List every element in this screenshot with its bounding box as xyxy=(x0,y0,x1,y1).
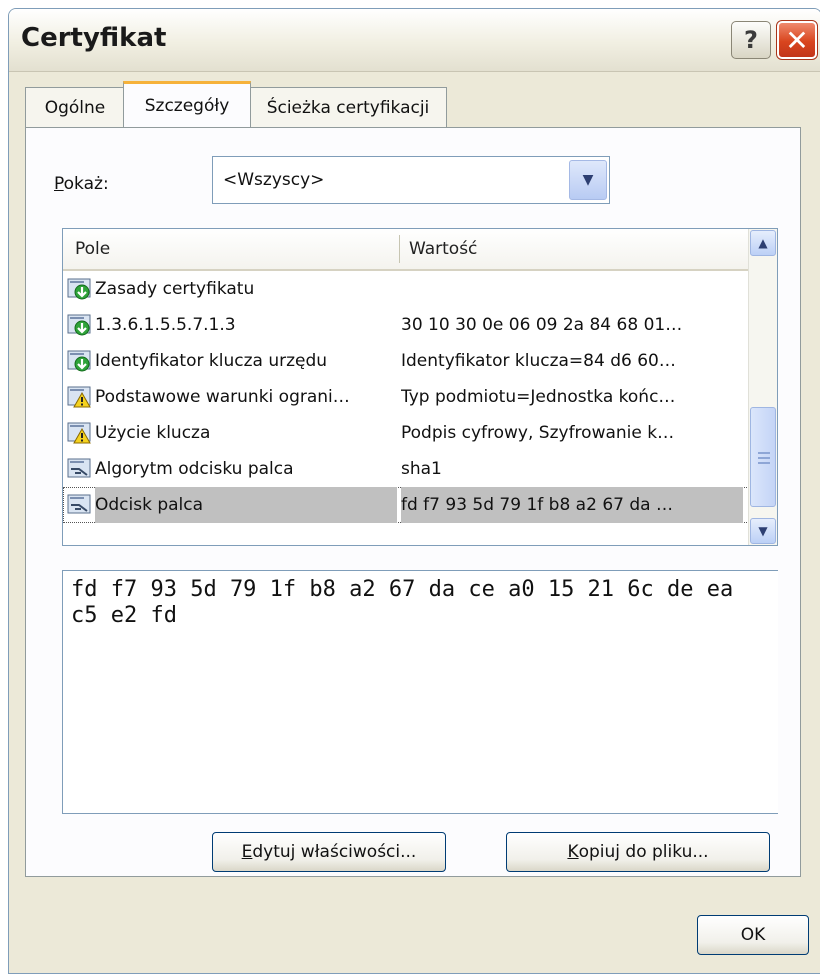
details-panel: Pokaż: <Wszyscy> ▼ Pole Wartość Zasady c… xyxy=(25,127,801,877)
close-icon: ✕ xyxy=(785,23,809,57)
field-value: Identyfikator klucza=84 d6 60… xyxy=(401,351,676,371)
fields-list[interactable]: Pole Wartość Zasady certyfikatu 1.3.6.1.5… xyxy=(62,228,778,546)
field-value: fd f7 93 5d 79 1f b8 a2 67 da … xyxy=(401,487,743,523)
list-item[interactable]: Algorytm odcisku palca sha1 xyxy=(63,451,749,487)
certificate-dialog: Certyfikat ? ✕ Ogólne Szczegóły Ścieżka … xyxy=(8,8,820,974)
help-icon: ? xyxy=(744,26,758,54)
scroll-up-icon[interactable]: ▲ xyxy=(750,230,776,256)
list-item[interactable]: Odcisk palca fd f7 93 5d 79 1f b8 a2 67 d… xyxy=(63,487,749,523)
field-name: Użycie klucza xyxy=(95,423,211,443)
extension-warning-icon xyxy=(67,385,93,409)
field-name: 1.3.6.1.5.5.7.1.3 xyxy=(95,315,236,335)
grip-icon xyxy=(758,457,770,459)
scrollbar-thumb[interactable] xyxy=(750,407,776,507)
show-dropdown[interactable]: <Wszyscy> ▼ xyxy=(212,156,610,204)
list-item[interactable]: Podstawowe warunki ograni… Typ podmiotu=J… xyxy=(63,379,749,415)
field-name: Podstawowe warunki ograni… xyxy=(95,387,350,407)
tab-details[interactable]: Szczegóły xyxy=(123,81,251,127)
show-dropdown-value: <Wszyscy> xyxy=(223,170,325,190)
extension-critical-icon xyxy=(67,349,93,373)
tab-general[interactable]: Ogólne xyxy=(25,87,125,127)
column-header-field[interactable]: Pole xyxy=(75,239,110,259)
help-button[interactable]: ? xyxy=(731,21,771,59)
show-label: Pokaż: xyxy=(54,174,109,194)
list-item[interactable]: 1.3.6.1.5.5.7.1.3 30 10 30 0e 06 09 2a 84… xyxy=(63,307,749,343)
field-name: Odcisk palca xyxy=(95,487,397,523)
window-title: Certyfikat xyxy=(21,23,167,53)
edit-properties-button[interactable]: Edytuj właściwości... xyxy=(212,832,446,872)
grip-icon xyxy=(758,462,770,464)
field-name: Identyfikator klucza urzędu xyxy=(95,351,328,371)
chevron-down-icon[interactable]: ▼ xyxy=(569,160,607,200)
extension-warning-icon xyxy=(67,421,93,445)
list-header: Pole Wartość xyxy=(63,229,749,271)
property-icon xyxy=(67,457,93,481)
extension-critical-icon xyxy=(67,277,93,301)
field-value: Typ podmiotu=Jednostka końc… xyxy=(401,387,676,407)
list-item[interactable]: Identyfikator klucza urzędu Identyfikator… xyxy=(63,343,749,379)
title-bar[interactable]: Certyfikat ? ✕ xyxy=(9,9,820,72)
scroll-down-icon[interactable]: ▼ xyxy=(750,518,776,544)
field-value-textbox[interactable]: fd f7 93 5d 79 1f b8 a2 67 da ce a0 15 2… xyxy=(62,570,778,814)
field-value: Podpis cyfrowy, Szyfrowanie k… xyxy=(401,423,675,443)
vertical-scrollbar[interactable]: ▲ ▼ xyxy=(748,229,777,545)
copy-to-file-button[interactable]: Kopiuj do pliku... xyxy=(506,832,770,872)
list-item[interactable]: Użycie klucza Podpis cyfrowy, Szyfrowanie… xyxy=(63,415,749,451)
field-name: Zasady certyfikatu xyxy=(95,279,255,299)
tab-certification-path[interactable]: Ścieżka certyfikacji xyxy=(249,87,447,127)
field-name: Algorytm odcisku palca xyxy=(95,459,294,479)
list-item[interactable]: Zasady certyfikatu xyxy=(63,271,749,307)
field-value xyxy=(401,271,743,307)
property-icon xyxy=(67,493,93,517)
column-divider[interactable] xyxy=(399,235,400,263)
grip-icon xyxy=(758,452,770,454)
field-value-text: fd f7 93 5d 79 1f b8 a2 67 da ce a0 15 2… xyxy=(71,577,747,628)
ok-button[interactable]: OK xyxy=(697,915,809,955)
close-button[interactable]: ✕ xyxy=(776,20,818,60)
column-header-value[interactable]: Wartość xyxy=(409,239,477,259)
extension-critical-icon xyxy=(67,313,93,337)
field-value: 30 10 30 0e 06 09 2a 84 68 01… xyxy=(401,315,683,335)
field-value: sha1 xyxy=(401,459,442,479)
